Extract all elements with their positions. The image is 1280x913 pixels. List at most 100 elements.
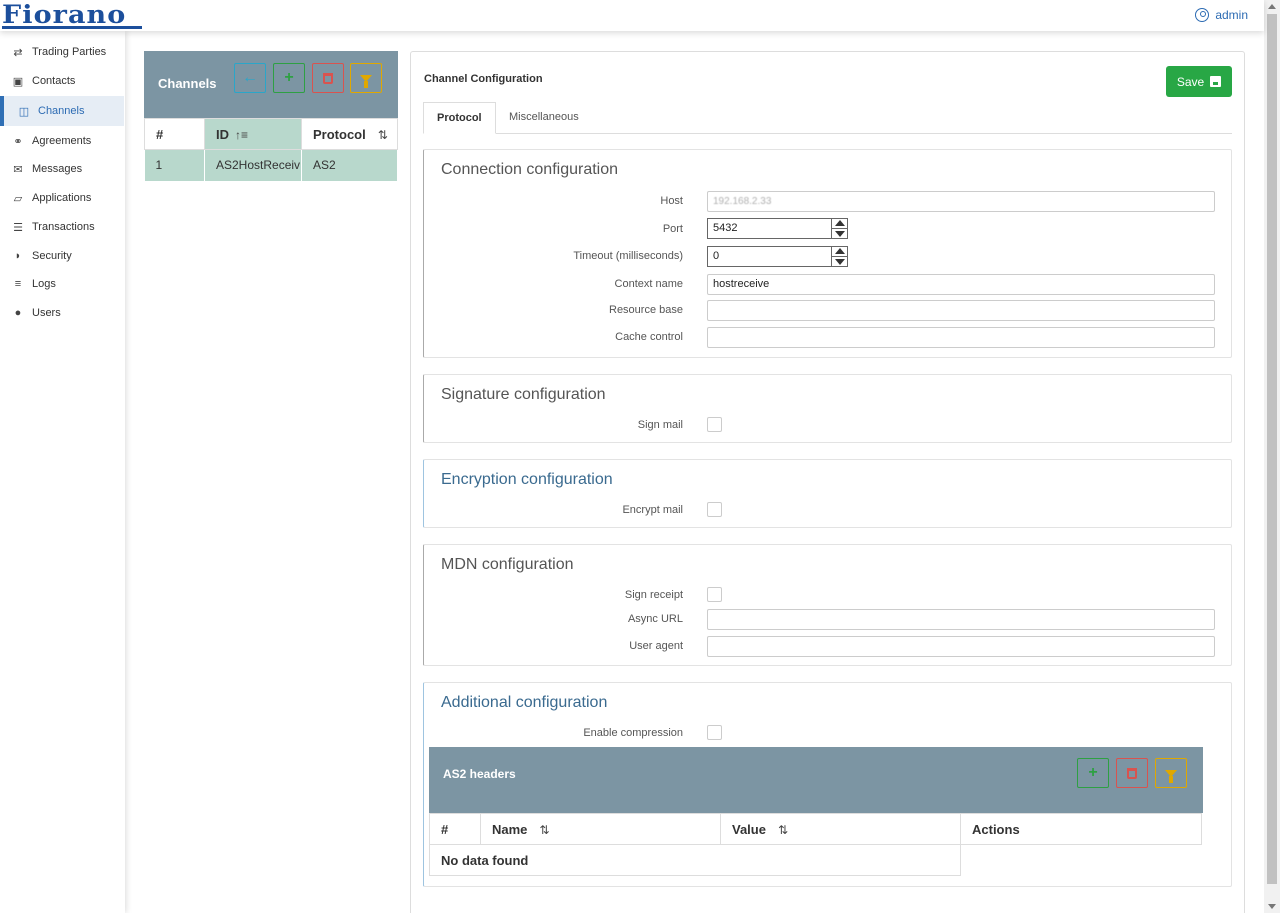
sidebar-item-agreements[interactable]: ⚭ Agreements [0, 127, 124, 155]
add-header-button[interactable]: + [1077, 758, 1109, 788]
user-name: admin [1215, 8, 1248, 22]
sort-icon: ⇅ [377, 127, 388, 142]
filter-headers-button[interactable] [1155, 758, 1187, 788]
context-name-input[interactable]: hostreceive [707, 274, 1215, 295]
tab-miscellaneous[interactable]: Miscellaneous [496, 102, 592, 134]
config-tabs: Protocol Miscellaneous [423, 102, 1232, 134]
handshake-icon: ⚭ [13, 135, 23, 148]
sidebar-item-applications[interactable]: ▱ Applications [0, 184, 124, 212]
encryption-configuration-section: Encryption configuration Encrypt mail [423, 459, 1232, 528]
column-header-index: # [429, 813, 481, 845]
shield-icon: ◗ [14, 250, 22, 262]
channels-table: # ID ↑≡ Protocol ⇅ 1 AS2HostReceiv AS2 [144, 118, 398, 181]
section-title: Connection configuration [441, 161, 619, 178]
tab-protocol[interactable]: Protocol [423, 102, 496, 134]
sidebar-item-security[interactable]: ◗ Security [0, 242, 124, 270]
host-label: Host [660, 195, 683, 207]
section-title: MDN configuration [441, 556, 574, 573]
enable-compression-label: Enable compression [583, 727, 683, 739]
section-title: Additional configuration [441, 694, 608, 711]
sidebar: ⇄ Trading Parties ▣ Contacts ◫ Channels … [0, 31, 125, 913]
list-icon: ☰ [13, 221, 23, 234]
user-agent-input[interactable] [707, 636, 1215, 657]
cache-control-label: Cache control [615, 331, 683, 343]
bars-icon: ≡ [14, 278, 22, 290]
timeout-stepper[interactable]: 0 [707, 246, 848, 267]
column-header-id[interactable]: ID ↑≡ [204, 118, 302, 150]
channels-title: Channels [158, 76, 217, 91]
sidebar-item-contacts[interactable]: ▣ Contacts [0, 67, 124, 95]
sidebar-item-label: Trading Parties [32, 46, 107, 58]
sidebar-item-transactions[interactable]: ☰ Transactions [0, 213, 124, 241]
sidebar-item-trading-parties[interactable]: ⇄ Trading Parties [0, 38, 124, 66]
channel-configuration-panel: Channel Configuration Save Protocol Misc… [410, 51, 1245, 913]
channels-panel: Channels ← + # ID ↑≡ Protocol ⇅ 1 AS2HostR… [144, 51, 398, 181]
users-icon: ● [14, 307, 22, 319]
sidebar-item-label: Transactions [32, 221, 95, 233]
sign-mail-checkbox[interactable] [707, 417, 722, 432]
spin-arrows-icon[interactable] [831, 219, 847, 238]
folder-open-icon: ▱ [13, 192, 23, 205]
column-header-name[interactable]: Name ⇅ [480, 813, 721, 845]
column-header-protocol[interactable]: Protocol ⇅ [301, 118, 398, 150]
sign-receipt-checkbox[interactable] [707, 587, 722, 602]
as2-headers-panel: AS2 headers + # Name ⇅ Value ⇅ Actions N… [429, 747, 1203, 877]
user-menu[interactable]: admin [1195, 8, 1248, 22]
filter-channels-button[interactable] [350, 63, 382, 93]
port-stepper[interactable]: 5432 [707, 218, 848, 239]
section-title: Encryption configuration [441, 471, 613, 488]
async-url-input[interactable] [707, 609, 1215, 630]
signature-configuration-section: Signature configuration Sign mail [423, 374, 1232, 443]
filter-icon [360, 74, 372, 88]
delete-channel-button[interactable] [312, 63, 344, 93]
config-title: Channel Configuration [424, 73, 543, 85]
column-header-index: # [144, 118, 205, 150]
scroll-up-icon[interactable] [1268, 4, 1276, 9]
sidebar-item-label: Logs [32, 278, 56, 290]
as2-headers-header: AS2 headers + [429, 747, 1203, 813]
sidebar-item-label: Contacts [32, 75, 76, 87]
cache-control-input[interactable] [707, 327, 1215, 348]
spin-arrows-icon[interactable] [831, 247, 847, 266]
channels-icon: ◫ [18, 105, 30, 118]
resource-base-label: Resource base [609, 304, 683, 316]
save-button[interactable]: Save [1166, 66, 1232, 97]
add-channel-button[interactable]: + [273, 63, 305, 93]
logo-underline [2, 26, 142, 29]
sidebar-item-label: Channels [38, 105, 85, 117]
mdn-configuration-section: MDN configuration Sign receipt Async URL… [423, 544, 1232, 666]
as2-headers-table: # Name ⇅ Value ⇅ Actions No data found [429, 813, 1202, 876]
envelope-icon: ✉ [13, 163, 23, 176]
scroll-down-icon[interactable] [1268, 904, 1276, 909]
sort-icon: ⇅ [539, 822, 550, 837]
floppy-disk-icon [1210, 76, 1222, 87]
additional-configuration-section: Additional configuration Enable compress… [423, 682, 1232, 887]
exchange-icon: ⇄ [13, 46, 23, 59]
delete-header-button[interactable] [1116, 758, 1148, 788]
fiorano-logo: Fiorano [2, 0, 127, 29]
back-button[interactable]: ← [234, 63, 266, 93]
connection-configuration-section: Connection configuration Host 192.168.2.… [423, 149, 1232, 358]
host-input[interactable]: 192.168.2.33 [707, 191, 1215, 212]
sidebar-item-users[interactable]: ● Users [0, 299, 124, 327]
sidebar-item-channels[interactable]: ◫ Channels [0, 96, 124, 126]
context-name-label: Context name [614, 278, 683, 290]
column-header-value[interactable]: Value ⇅ [720, 813, 961, 845]
table-row[interactable]: 1 AS2HostReceiv AS2 [144, 149, 398, 181]
sidebar-item-label: Security [32, 250, 72, 262]
table-row: No data found [429, 844, 1202, 876]
cell-id: AS2HostReceiv [204, 149, 302, 181]
resource-base-input[interactable] [707, 300, 1215, 321]
column-header-actions: Actions [960, 813, 1202, 845]
sidebar-item-logs[interactable]: ≡ Logs [0, 270, 124, 298]
sidebar-item-messages[interactable]: ✉ Messages [0, 155, 124, 183]
cell-protocol: AS2 [301, 149, 398, 181]
page-scrollbar[interactable] [1264, 0, 1280, 913]
encrypt-mail-checkbox[interactable] [707, 502, 722, 517]
sort-ascending-icon: ↑≡ [235, 127, 249, 142]
filter-icon [1165, 769, 1177, 783]
user-circle-icon [1195, 8, 1210, 22]
scrollbar-thumb[interactable] [1267, 14, 1277, 884]
user-agent-label: User agent [629, 640, 683, 652]
enable-compression-checkbox[interactable] [707, 725, 722, 740]
